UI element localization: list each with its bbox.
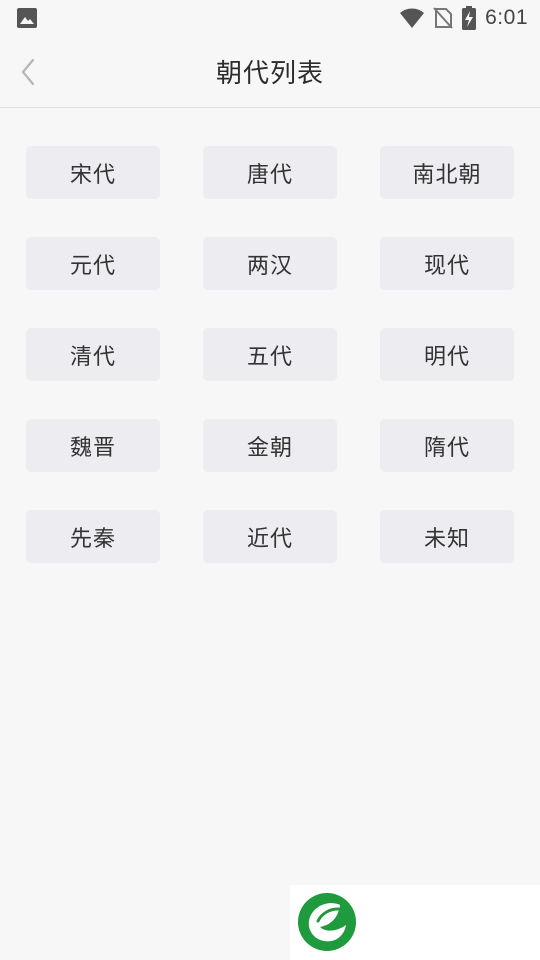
dynasty-chip[interactable]: 唐代 bbox=[203, 146, 337, 199]
ad-banner[interactable] bbox=[290, 885, 540, 960]
image-notification-icon bbox=[17, 8, 37, 28]
dynasty-chip[interactable]: 未知 bbox=[380, 510, 514, 563]
dynasty-chip[interactable]: 两汉 bbox=[203, 237, 337, 290]
dynasty-chip[interactable]: 宋代 bbox=[26, 146, 160, 199]
status-time: 6:01 bbox=[485, 6, 528, 29]
dynasty-chip[interactable]: 明代 bbox=[380, 328, 514, 381]
dynasty-chip[interactable]: 南北朝 bbox=[380, 146, 514, 199]
dynasty-chip[interactable]: 五代 bbox=[203, 328, 337, 381]
battery-charging-icon bbox=[462, 6, 477, 30]
status-bar: 6:01 bbox=[0, 0, 540, 36]
dynasty-chip[interactable]: 金朝 bbox=[203, 419, 337, 472]
page-title: 朝代列表 bbox=[215, 59, 324, 89]
leaf-logo-icon bbox=[298, 893, 356, 951]
dynasty-chip[interactable]: 清代 bbox=[26, 328, 160, 381]
dynasty-chip[interactable]: 隋代 bbox=[380, 419, 514, 472]
dynasty-chip[interactable]: 先秦 bbox=[26, 510, 160, 563]
no-sim-icon bbox=[433, 7, 453, 29]
dynasty-grid: 宋代 唐代 南北朝 元代 两汉 现代 清代 五代 明代 魏晋 金朝 隋代 先秦 … bbox=[26, 146, 514, 563]
dynasty-chip[interactable]: 近代 bbox=[203, 510, 337, 563]
dynasty-chip[interactable]: 元代 bbox=[26, 237, 160, 290]
dynasty-chip[interactable]: 现代 bbox=[380, 237, 514, 290]
wifi-icon bbox=[400, 8, 425, 28]
app-bar: 朝代列表 bbox=[0, 36, 540, 108]
dynasty-chip[interactable]: 魏晋 bbox=[26, 419, 160, 472]
